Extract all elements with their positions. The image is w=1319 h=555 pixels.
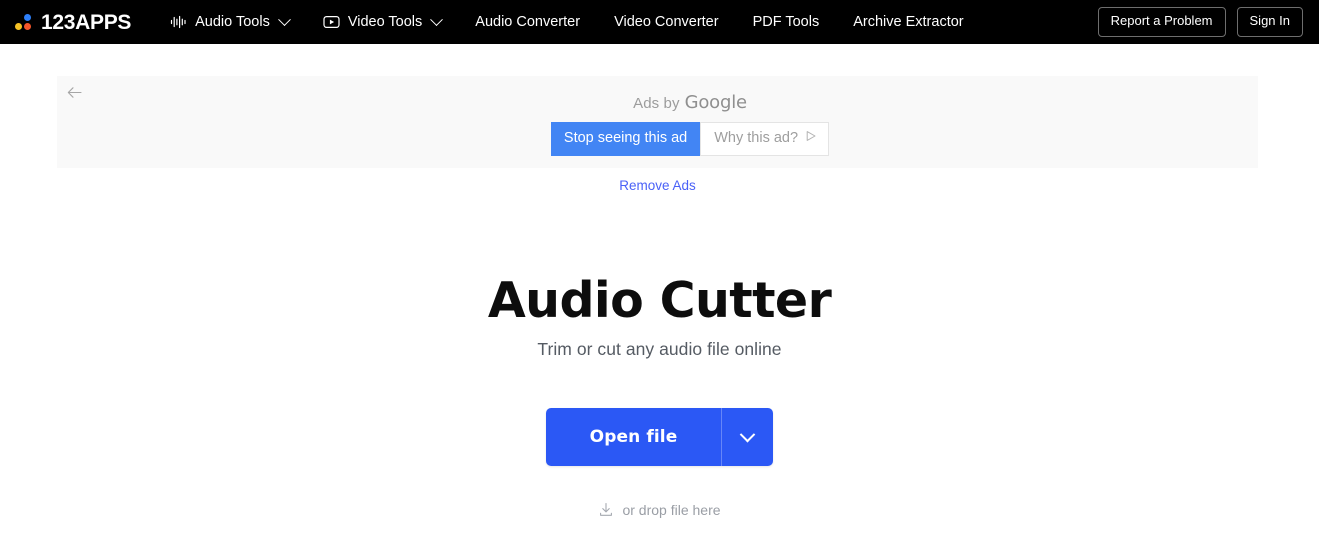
- google-ad-banner: Ads by Google Stop seeing this ad Why th…: [57, 76, 1258, 168]
- why-this-ad-label: Why this ad?: [714, 130, 799, 146]
- chevron-down-icon: [277, 12, 291, 26]
- nav-item-label: Video Converter: [614, 14, 719, 30]
- nav-item-label: Archive Extractor: [853, 14, 964, 30]
- report-problem-button[interactable]: Report a Problem: [1097, 7, 1226, 37]
- nav-item-video-converter[interactable]: Video Converter: [597, 0, 736, 44]
- why-this-ad-button[interactable]: Why this ad?: [700, 122, 830, 156]
- drop-file-hint-label: or drop file here: [622, 502, 721, 519]
- open-file-button[interactable]: Open file: [546, 408, 722, 466]
- page-subtitle: Trim or cut any audio file online: [537, 339, 782, 360]
- info-triangle-icon: [805, 130, 817, 147]
- nav-item-label: Audio Tools: [195, 14, 270, 30]
- chevron-down-icon: [430, 12, 444, 26]
- sign-in-button[interactable]: Sign In: [1236, 7, 1303, 37]
- ads-by-prefix: Ads by: [633, 95, 680, 112]
- open-file-row: Open file: [0, 408, 1319, 467]
- page-title: Audio Cutter: [487, 272, 832, 329]
- play-square-icon: [323, 14, 340, 30]
- nav-item-pdf-tools[interactable]: PDF Tools: [736, 0, 837, 44]
- drop-file-hint: or drop file here: [0, 502, 1319, 518]
- waveform-icon: [170, 14, 187, 30]
- back-arrow-icon[interactable]: [64, 82, 84, 102]
- nav-item-video-tools[interactable]: Video Tools: [306, 0, 458, 44]
- logo-dots-icon: [14, 12, 34, 32]
- google-wordmark: Google: [684, 92, 747, 113]
- nav-item-label: PDF Tools: [752, 14, 820, 30]
- nav-item-audio-converter[interactable]: Audio Converter: [458, 0, 597, 44]
- chevron-down-icon: [740, 426, 756, 443]
- main-content: Audio Cutter Trim or cut any audio file …: [0, 272, 1319, 519]
- ad-banner-region: Ads by Google Stop seeing this ad Why th…: [57, 76, 1258, 193]
- download-tray-icon: [598, 502, 614, 518]
- nav-item-audio-tools[interactable]: Audio Tools: [153, 0, 306, 44]
- nav-item-label: Video Tools: [347, 14, 423, 30]
- main-nav: Audio Tools Video Tools Audio Converter …: [153, 0, 981, 44]
- open-file-split-button: Open file: [545, 408, 774, 467]
- remove-ads-link[interactable]: Remove Ads: [57, 178, 1258, 193]
- ads-by-google-label: Ads by Google: [633, 92, 747, 113]
- nav-item-label: Audio Converter: [475, 14, 581, 30]
- nav-item-archive-extractor[interactable]: Archive Extractor: [836, 0, 980, 44]
- stop-seeing-this-ad-button[interactable]: Stop seeing this ad: [550, 122, 701, 156]
- open-file-dropdown-button[interactable]: [721, 408, 773, 467]
- ad-controls: Stop seeing this ad Why this ad?: [550, 122, 830, 156]
- site-logo[interactable]: 123APPS: [14, 12, 131, 33]
- header-actions: Report a Problem Sign In: [1097, 7, 1303, 37]
- top-navigation-bar: 123APPS Audio Tools Video Tools Audio Co…: [0, 0, 1319, 44]
- logo-text: 123APPS: [41, 10, 132, 34]
